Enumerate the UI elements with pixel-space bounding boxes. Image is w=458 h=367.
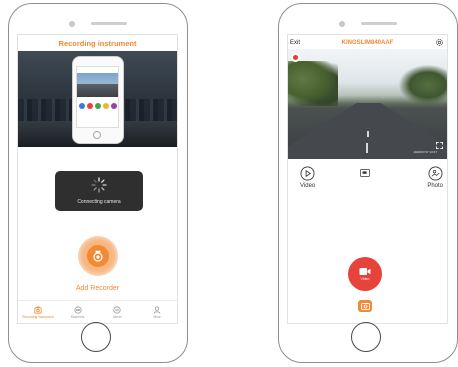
app-screen-recording: Recording instrument Connecting camera A… xyxy=(17,34,178,324)
lane-marking xyxy=(367,131,369,137)
phone-frame-left: Recording instrument Connecting camera A… xyxy=(8,3,188,363)
lane-marking xyxy=(366,143,368,153)
home-button[interactable] xyxy=(81,322,111,352)
phone-illustration xyxy=(72,56,124,144)
video-action[interactable]: Video xyxy=(300,166,315,189)
front-camera xyxy=(69,21,75,27)
album-icon xyxy=(113,305,121,314)
moments-icon xyxy=(74,305,82,314)
speaker-grille xyxy=(91,22,127,25)
front-camera xyxy=(339,21,345,27)
add-recorder-button[interactable] xyxy=(78,236,118,276)
phone-illustration-video xyxy=(77,73,118,97)
storage-action[interactable] xyxy=(360,169,370,177)
toast-text: Connecting camera xyxy=(77,199,121,205)
nav-label: Moments xyxy=(70,314,85,319)
nav-label: Recording instrument xyxy=(22,314,54,319)
phone-illustration-icons xyxy=(79,103,117,109)
connecting-toast: Connecting camera xyxy=(55,171,143,211)
video-camera-icon xyxy=(359,268,371,275)
action-row: Video Photo xyxy=(288,166,447,200)
fullscreen-icon[interactable] xyxy=(436,142,443,149)
home-button[interactable] xyxy=(351,322,381,352)
sd-card-icon xyxy=(360,169,370,177)
record-video-button[interactable]: Video xyxy=(348,257,382,291)
loading-spinner-icon xyxy=(91,177,107,193)
nav-item-album[interactable]: Album xyxy=(98,301,138,323)
camera-snapshot-button[interactable] xyxy=(358,300,372,312)
nav-label: Album xyxy=(112,314,123,319)
photo-action-label: Photo xyxy=(427,183,443,189)
phone-frame-right: Exit KINGSLIM840AAF 2020/07/17 13:47 Vid… xyxy=(278,3,458,363)
device-name: KINGSLIM840AAF xyxy=(341,40,394,46)
add-recorder-label[interactable]: Add Recorder xyxy=(18,285,177,292)
video-action-label: Video xyxy=(300,183,316,189)
photo-circle-icon xyxy=(428,166,443,181)
camera-icon xyxy=(360,303,370,310)
app-screen-live-view: Exit KINGSLIM840AAF 2020/07/17 13:47 Vid… xyxy=(287,34,448,324)
nav-item-recording[interactable]: Recording instrument xyxy=(18,301,58,323)
photo-action[interactable]: Photo xyxy=(427,166,443,189)
speaker-grille xyxy=(361,22,397,25)
nav-item-moments[interactable]: Moments xyxy=(58,301,98,323)
phone-illustration-home xyxy=(93,131,101,139)
nav-label: Mine xyxy=(153,314,161,319)
video-timestamp: 2020/07/17 13:47 xyxy=(413,150,437,154)
recorder-icon xyxy=(34,306,42,314)
live-video-preview[interactable]: 2020/07/17 13:47 xyxy=(288,49,447,159)
recording-indicator-icon xyxy=(291,53,300,62)
dashcam-icon xyxy=(87,245,109,267)
record-button-label: Video xyxy=(360,277,370,281)
person-icon xyxy=(153,305,161,314)
hero-banner xyxy=(18,51,177,147)
trees-right xyxy=(399,65,447,105)
phone-illustration-screen xyxy=(76,66,119,128)
bottom-navigation: Recording instrument Moments Album Mine xyxy=(18,300,177,323)
page-title: Recording instrument xyxy=(58,39,137,48)
nav-item-mine[interactable]: Mine xyxy=(137,301,177,323)
gear-icon[interactable] xyxy=(435,38,444,47)
trees-left xyxy=(288,61,338,106)
play-circle-icon xyxy=(300,166,315,181)
live-view-header: Exit KINGSLIM840AAF xyxy=(288,35,447,49)
